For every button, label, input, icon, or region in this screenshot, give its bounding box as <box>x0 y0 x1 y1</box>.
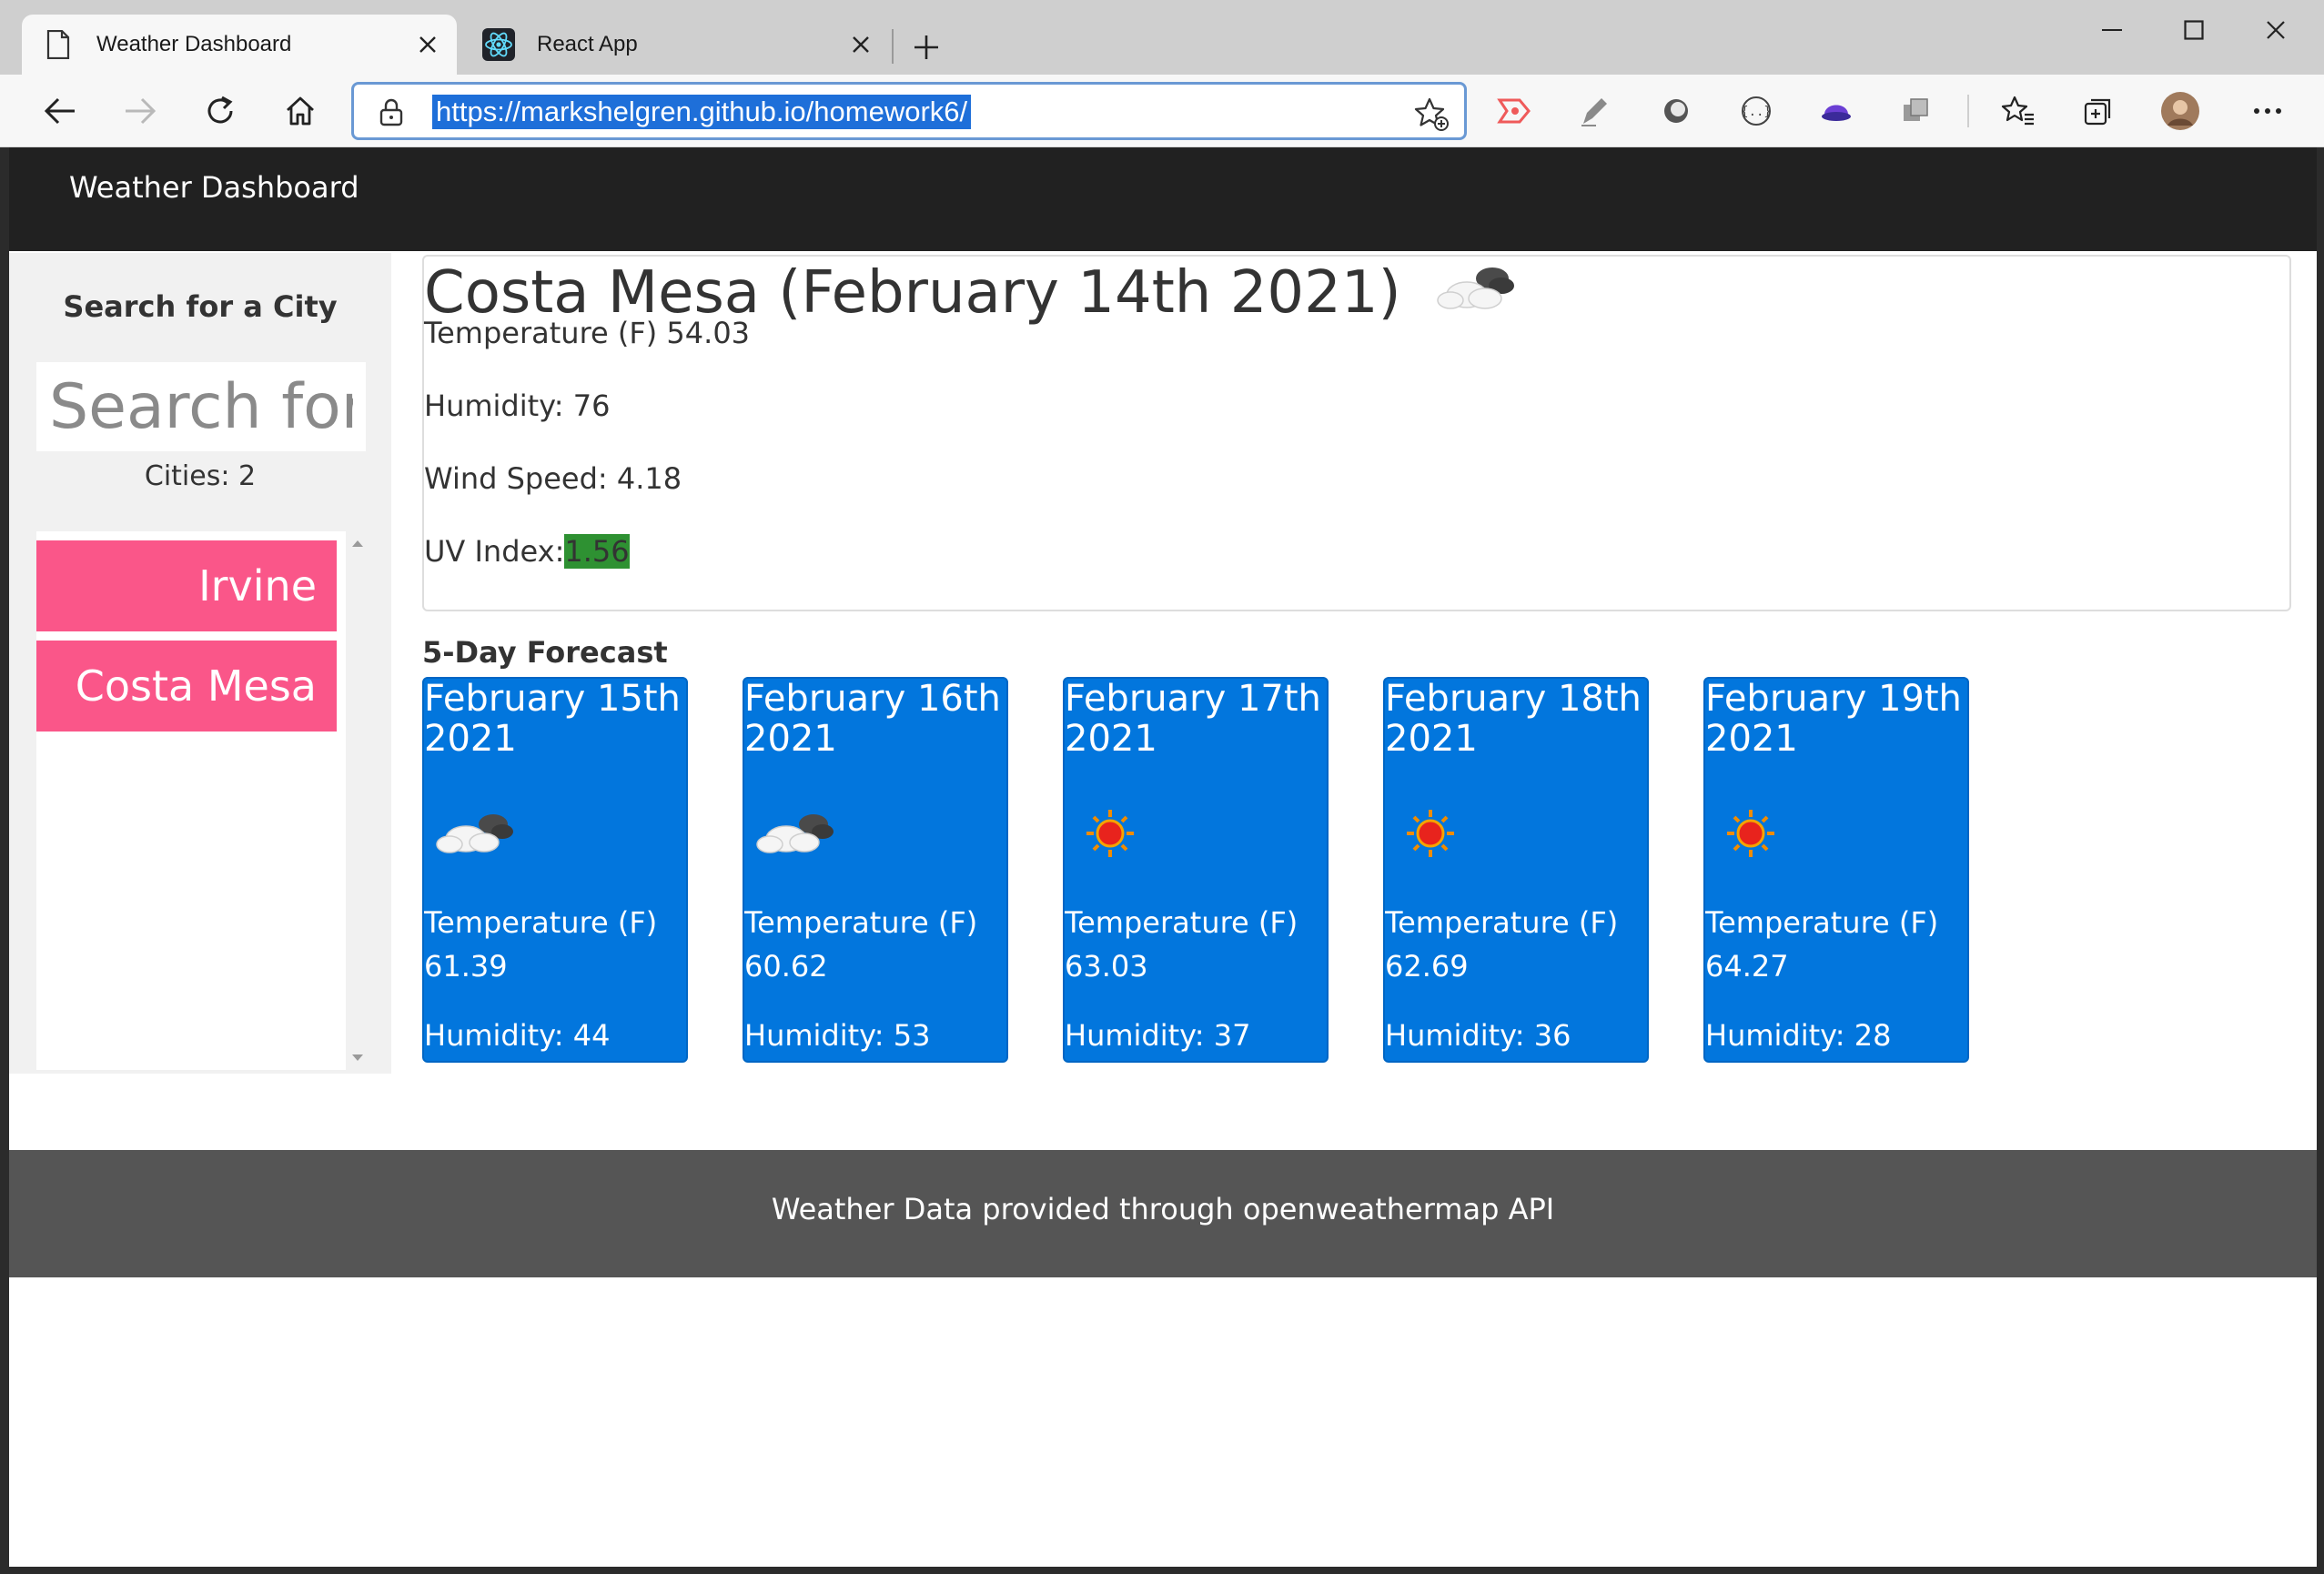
home-button[interactable] <box>277 87 324 135</box>
forecast-date: February 18th 2021 <box>1385 678 1642 760</box>
forecast-temperature: Temperature (F) 61.39 <box>424 901 657 988</box>
current-uv-index: UV Index:1.56 <box>424 531 630 571</box>
city-count: Cities: 2 <box>144 460 257 492</box>
react-logo-icon <box>480 26 517 63</box>
pen-icon[interactable] <box>1574 91 1614 131</box>
forecast-temp-value: 60.62 <box>744 949 828 984</box>
refresh-button[interactable] <box>197 87 244 135</box>
forecast-humidity: Humidity: 44 <box>424 1018 611 1053</box>
scroll-down-icon[interactable] <box>346 1046 369 1070</box>
forecast-temp-label: Temperature (F) <box>424 905 658 940</box>
forecast-humidity: Humidity: 28 <box>1705 1018 1892 1053</box>
city-search-input[interactable] <box>36 362 366 451</box>
page-viewport: Weather Dashboard Search for a City Citi… <box>9 147 2317 1567</box>
navigation-bar: https://markshelgren.github.io/homework6… <box>0 75 2324 147</box>
forecast-card: February 15th 2021 Temperature (F) 61.39 … <box>422 677 688 1063</box>
more-options-icon[interactable] <box>2248 91 2288 131</box>
forecast-temperature: Temperature (F) 60.62 <box>744 901 977 988</box>
collections-stack-icon[interactable] <box>1896 91 1936 131</box>
favorites-icon[interactable] <box>1998 91 2038 131</box>
maximize-button[interactable] <box>2153 7 2235 53</box>
forecast-date: February 17th 2021 <box>1065 678 1321 760</box>
forecast-temp-label: Temperature (F) <box>744 905 978 940</box>
city-list-scrollbar[interactable] <box>346 531 369 1070</box>
tab-weather-dashboard[interactable]: Weather Dashboard <box>22 15 457 75</box>
tab-title: React App <box>537 32 638 56</box>
site-header: Weather Dashboard <box>9 147 2317 251</box>
site-footer: Weather Data provided through openweathe… <box>9 1150 2317 1277</box>
forecast-date: February 19th 2021 <box>1705 678 1962 760</box>
url-text[interactable]: https://markshelgren.github.io/homework6… <box>432 95 972 129</box>
browser-window: Weather Dashboard React App https://mark… <box>0 0 2324 1574</box>
forecast-date: February 15th 2021 <box>424 678 681 760</box>
forecast-temp-value: 61.39 <box>424 949 508 984</box>
forecast-temp-label: Temperature (F) <box>1705 905 1939 940</box>
page-icon <box>40 26 76 63</box>
toolbar-separator <box>1967 95 1969 127</box>
footer-text: Weather Data provided through openweathe… <box>771 1192 1555 1226</box>
forecast-humidity: Humidity: 37 <box>1065 1018 1251 1053</box>
forecast-temp-label: Temperature (F) <box>1065 905 1298 940</box>
tab-title: Weather Dashboard <box>96 32 292 56</box>
site-title[interactable]: Weather Dashboard <box>69 166 359 209</box>
forecast-card: February 17th 2021 Temperature (F) 63.03 … <box>1063 677 1329 1063</box>
cloudy-icon <box>1436 259 1518 332</box>
close-tab-icon[interactable] <box>409 26 446 63</box>
tab-react-app[interactable]: React App <box>462 15 890 75</box>
profile-avatar[interactable] <box>2160 91 2200 131</box>
circle-extension-icon[interactable] <box>1656 91 1696 131</box>
close-tab-icon[interactable] <box>843 26 879 63</box>
lock-icon[interactable] <box>378 97 405 126</box>
minimize-button[interactable] <box>2071 7 2153 53</box>
new-tab-button[interactable] <box>904 25 948 69</box>
forecast-card: February 19th 2021 Temperature (F) 64.27 … <box>1703 677 1969 1063</box>
sun-icon <box>1711 797 1802 870</box>
sun-icon <box>1070 797 1161 870</box>
sun-icon <box>1390 797 1481 870</box>
cloudy-icon <box>429 797 520 870</box>
current-humidity: Humidity: 76 <box>424 388 611 423</box>
city-list: Irvine Costa Mesa <box>36 531 346 1070</box>
current-wind-speed: Wind Speed: 4.18 <box>424 461 682 496</box>
profile-hat-icon[interactable] <box>1816 91 1856 131</box>
taskbar-edge <box>0 1567 2324 1574</box>
cloudy-icon <box>750 797 841 870</box>
uv-label: UV Index: <box>424 534 565 569</box>
forecast-temp-value: 63.03 <box>1065 949 1148 984</box>
close-window-button[interactable] <box>2235 7 2317 53</box>
forecast-humidity: Humidity: 36 <box>1385 1018 1571 1053</box>
uv-value-badge: 1.56 <box>564 534 630 569</box>
city-button-irvine[interactable]: Irvine <box>36 540 337 631</box>
code-braces-icon[interactable]: {..} <box>1736 91 1776 131</box>
svg-text:{..}: {..} <box>1741 105 1772 119</box>
city-button-costa-mesa[interactable]: Costa Mesa <box>36 641 337 732</box>
address-bar[interactable]: https://markshelgren.github.io/homework6… <box>351 82 1467 140</box>
search-heading: Search for a City <box>63 289 338 324</box>
add-favorite-icon[interactable] <box>1413 96 1450 132</box>
collections-icon[interactable] <box>2078 91 2118 131</box>
forecast-card: February 16th 2021 Temperature (F) 60.62 … <box>743 677 1008 1063</box>
forecast-temperature: Temperature (F) 62.69 <box>1385 901 1618 988</box>
forecast-humidity: Humidity: 53 <box>744 1018 931 1053</box>
forecast-temperature: Temperature (F) 64.27 <box>1705 901 1938 988</box>
forecast-date: February 16th 2021 <box>744 678 1001 760</box>
screen-record-icon[interactable] <box>1494 91 1534 131</box>
current-temperature: Temperature (F) 54.03 <box>424 316 751 350</box>
forecast-heading: 5-Day Forecast <box>422 635 668 670</box>
forecast-temp-value: 62.69 <box>1385 949 1469 984</box>
forecast-temp-value: 64.27 <box>1705 949 1789 984</box>
tab-strip: Weather Dashboard React App <box>0 0 2324 75</box>
forecast-temp-label: Temperature (F) <box>1385 905 1619 940</box>
back-button[interactable] <box>36 87 84 135</box>
current-weather-panel: Costa Mesa (February 14th 2021) Temperat… <box>422 255 2291 611</box>
forward-button[interactable] <box>116 87 164 135</box>
sidebar: Search for a City Cities: 2 Irvine Costa… <box>9 253 391 1074</box>
forecast-temperature: Temperature (F) 63.03 <box>1065 901 1298 988</box>
tab-separator <box>892 29 894 64</box>
scroll-up-icon[interactable] <box>346 531 369 555</box>
forecast-card: February 18th 2021 Temperature (F) 62.69 … <box>1383 677 1649 1063</box>
